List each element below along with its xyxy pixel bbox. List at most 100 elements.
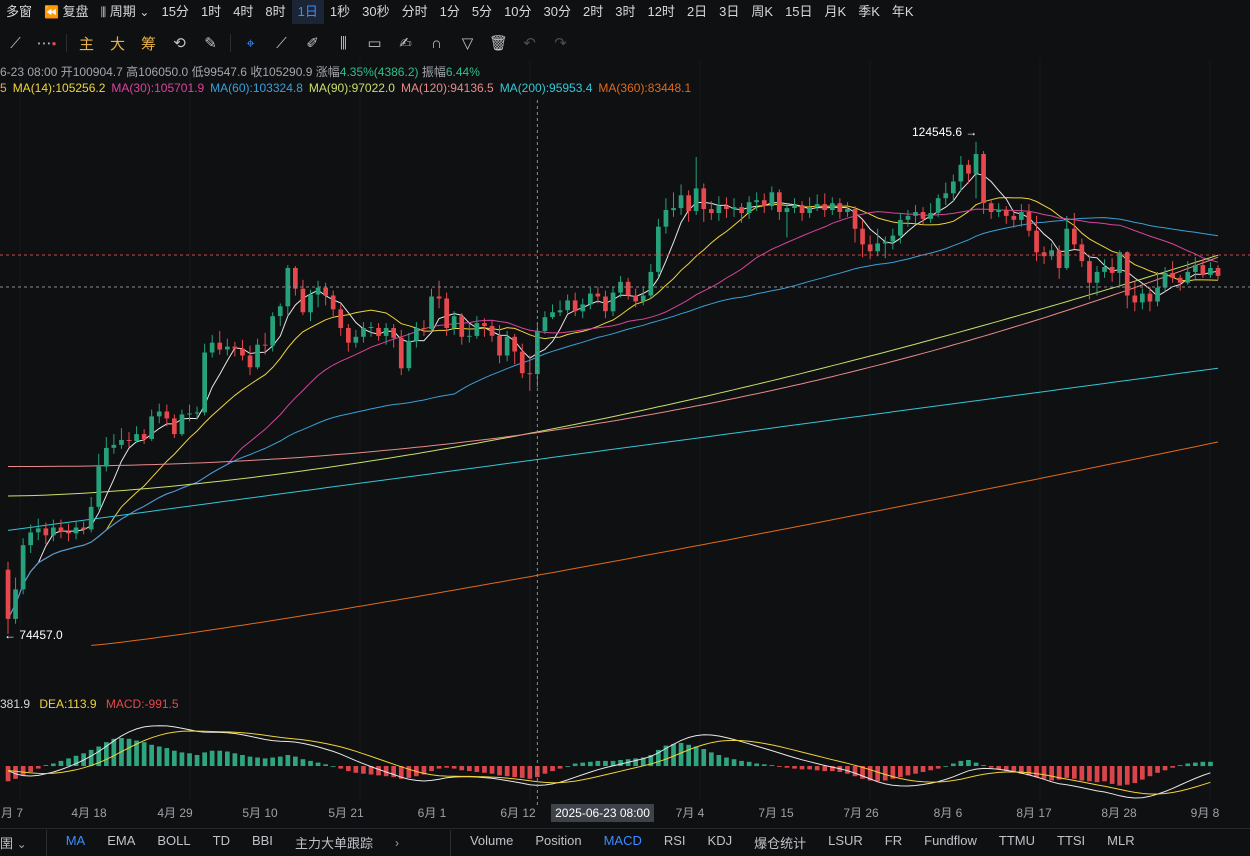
sub-indicator-tab[interactable]: Position [524,833,592,852]
macd-histogram-bar [179,752,185,766]
interval-tab[interactable]: 1时 [195,0,227,24]
interval-tab[interactable]: 8时 [259,0,291,24]
battery-icon[interactable]: ▭ [359,28,390,58]
main-indicator-tab[interactable]: EMA [96,833,146,852]
interval-tab[interactable]: 15分 [155,0,194,24]
interval-tab[interactable]: 5分 [466,0,498,24]
chip-distribution-button[interactable]: 筹 [133,28,164,58]
pen-icon[interactable]: ✐ [297,28,328,58]
main-indicator-tab[interactable]: TD [202,833,241,852]
macd-histogram-bar [716,755,722,767]
macd-histogram-bar [565,766,570,767]
main-chart-button[interactable]: 主 [71,28,102,58]
candle-body [550,312,555,318]
redo-icon[interactable]: ↷ [545,28,576,58]
interval-tab[interactable]: 月K [819,0,853,24]
layout-tab[interactable]: 圉 ⌄ [0,833,38,852]
select-cursor-icon[interactable]: ⌖ [235,28,266,58]
candle-pattern-icon[interactable]: ⫼ [328,28,359,58]
main-indicator-tab[interactable]: BBI [241,833,284,852]
macd-histogram-bar [1140,766,1145,780]
note-icon[interactable]: ✍ [390,28,421,58]
candle-body [368,327,374,328]
candle-body [625,281,631,296]
interval-tab[interactable]: 周K [745,0,779,24]
candle-body [761,200,767,207]
macd-histogram-bar [1094,766,1100,783]
interval-tab[interactable]: 30秒 [356,0,395,24]
low-value: 99547.6 [203,65,247,79]
sync-icon[interactable]: ⟲ [164,28,195,58]
main-indicator-tab[interactable]: MA [55,833,97,852]
sub-indicator-tab[interactable]: TTMU [988,833,1046,852]
macd-histogram-bar [519,766,525,778]
candle-body [724,206,729,209]
interval-tab[interactable]: 4时 [227,0,259,24]
macd-histogram-bar [88,749,94,767]
chevron-down-icon: ⌄ [16,837,27,851]
macd-histogram-bar [240,755,245,767]
interval-tab[interactable]: 季K [852,0,886,24]
sub-indicator-tab[interactable]: KDJ [697,833,744,852]
undo-icon[interactable]: ↶ [514,28,545,58]
interval-tab[interactable]: 3日 [713,0,745,24]
macd-histogram-bar [981,765,986,766]
more-tools-icon[interactable]: ⋯ ● [31,28,62,58]
candle-body [648,271,654,296]
interval-tab[interactable]: 2时 [577,0,609,24]
candle-body [315,287,321,295]
candle-body [361,328,366,337]
sub-indicator-tab[interactable]: MACD [593,833,653,852]
interval-list: 15分 1时 4时 8时 1日 1秒 30秒 分时 1分 5分 10分 30分 2时 3时 12时 2日 3日周… [155,0,919,24]
interval-tab[interactable]: 1分 [434,0,466,24]
trend-line-icon[interactable]: ⟋ [0,28,31,58]
interval-tab[interactable]: 2日 [681,0,713,24]
macd-histogram-bar [1155,766,1160,773]
period-button[interactable]: ⫼ 周期 ⌄ [95,0,156,24]
macd-histogram-bar [754,763,759,767]
candle-body [928,213,933,219]
candle-body [1011,215,1017,220]
ruler-icon[interactable]: ⟋ [266,28,297,58]
sub-indicator-tab[interactable]: Volume [459,833,524,852]
interval-tab[interactable]: 30分 [538,0,577,24]
macd-histogram-bar [285,755,291,767]
sub-indicator-tab[interactable]: RSI [653,833,697,852]
chart-canvas[interactable]: 124545.6 →← 74457.0 月 7 4月 18 4月 29 5月 10 5月… [0,0,1250,856]
candle-body [988,203,994,212]
candle-body [890,235,896,242]
macd-histogram-bar [1079,766,1085,781]
brush-icon[interactable]: ✎ [195,28,226,58]
drawing-toolbar: ⟋ ⋯ ● 主 大 筹 ⟲ ✎ ⌖ ⟋ ✐ ⫼ ▭ ✍ ∩ ▽ 🗑 ↶ ↷ [0,28,1250,58]
sub-indicator-tab[interactable]: LSUR [817,833,874,852]
sub-indicator-tab[interactable]: MLR [1096,833,1145,852]
magnet-icon[interactable]: ∩ [421,28,452,58]
interval-tab[interactable]: 10分 [498,0,537,24]
sub-indicator-tab[interactable]: TTSI [1046,833,1096,852]
interval-tab[interactable]: 3时 [609,0,641,24]
main-indicator-tab[interactable]: 主力大单跟踪 [284,833,384,852]
interval-tab[interactable]: 分时 [396,0,434,24]
filter-icon[interactable]: ▽ [452,28,483,58]
interval-tab[interactable]: 15日 [779,0,818,24]
macd-legend: 381.9 DEA:113.9 MACD:-991.5 [0,697,185,711]
macd-histogram-bar [277,756,283,766]
interval-tab[interactable]: 1日 [291,0,324,24]
interval-tab[interactable]: 12时 [641,0,680,24]
big-order-button[interactable]: 大 [102,28,133,58]
sub-indicator-tab[interactable]: 爆仓统计 [743,833,817,852]
multi-window-button[interactable]: 多窗 [0,0,38,24]
chevron-right-icon[interactable]: › [384,836,410,850]
interval-tab[interactable]: 年K [886,0,920,24]
replay-button[interactable]: ⏪ 复盘 [38,0,95,24]
trash-icon[interactable]: 🗑 [483,28,514,58]
sub-indicator-tab[interactable]: Fundflow [913,833,988,852]
macd-histogram-bar [217,750,223,766]
main-indicator-tab[interactable]: BOLL [146,833,201,852]
candle-body [51,527,56,536]
interval-tab[interactable]: 1秒 [324,0,356,24]
macd-histogram-bar [822,766,828,772]
candle-body [951,181,956,194]
sub-indicator-tab[interactable]: FR [874,833,913,852]
macd-histogram-bar [308,760,313,766]
